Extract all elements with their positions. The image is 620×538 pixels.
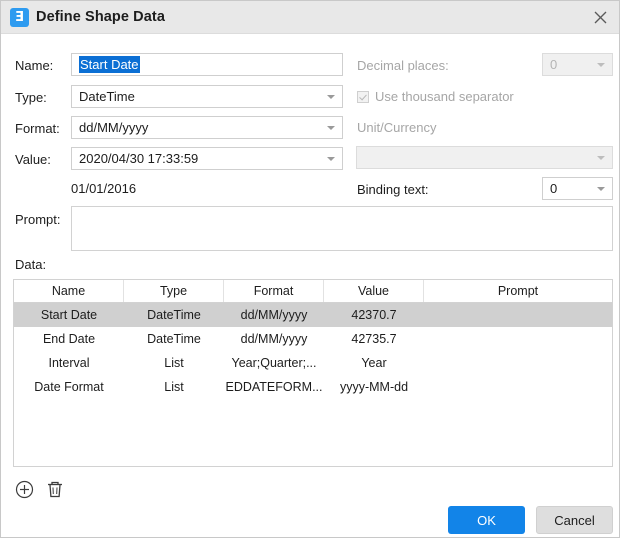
column-header-prompt[interactable]: Prompt	[424, 280, 612, 302]
cell-type: List	[164, 356, 184, 370]
binding-text-select[interactable]: 0	[542, 177, 613, 200]
title-bar: Ǝ Define Shape Data	[1, 1, 619, 34]
ok-button[interactable]: OK	[448, 506, 525, 534]
value-preview: 01/01/2016	[71, 181, 137, 196]
name-label: Name:	[15, 58, 54, 73]
app-icon: Ǝ	[10, 8, 29, 27]
table-row[interactable]: Date Format List EDDATEFORM... yyyy-MM-d…	[14, 375, 612, 399]
cell-name: Date Format	[34, 380, 104, 394]
decimal-places-select: 0	[542, 53, 613, 76]
shape-data-table[interactable]: Name Type Format Value Prompt Start Date…	[13, 279, 613, 467]
prompt-input[interactable]	[71, 206, 613, 251]
cell-prompt	[424, 375, 612, 399]
type-label: Type:	[15, 90, 47, 105]
cell-value: 42735.7	[351, 332, 397, 346]
table-header-row: Name Type Format Value Prompt	[14, 280, 612, 303]
cell-type: List	[164, 380, 184, 394]
cell-prompt	[424, 303, 612, 327]
chevron-down-icon	[597, 156, 605, 160]
table-row[interactable]: Interval List Year;Quarter;... Year	[14, 351, 612, 375]
cell-format: dd/MM/yyyy	[240, 332, 308, 346]
format-select[interactable]: dd/MM/yyyy	[71, 116, 343, 139]
value-select-value: 2020/04/30 17:33:59	[79, 151, 199, 166]
unit-currency-label: Unit/Currency	[357, 120, 437, 135]
column-header-format[interactable]: Format	[224, 280, 324, 302]
cell-name: Start Date	[40, 308, 98, 322]
cell-value: 42370.7	[351, 308, 397, 322]
cell-value: yyyy-MM-dd	[339, 380, 409, 394]
chevron-down-icon	[597, 187, 605, 191]
define-shape-data-dialog: Ǝ Define Shape Data Name: Start Date Typ…	[0, 0, 620, 538]
checkmark-icon	[357, 91, 369, 103]
cell-name: Interval	[48, 356, 90, 370]
chevron-down-icon	[597, 63, 605, 67]
cell-type: DateTime	[147, 308, 201, 322]
dialog-title: Define Shape Data	[36, 9, 166, 25]
use-thousand-separator-label: Use thousand separator	[375, 89, 514, 104]
cell-format: EDDATEFORM...	[225, 380, 323, 394]
cell-prompt	[424, 327, 612, 351]
trash-icon[interactable]	[46, 480, 64, 504]
unit-currency-select	[356, 146, 613, 169]
decimal-places-label: Decimal places:	[357, 58, 449, 73]
cancel-button[interactable]: Cancel	[536, 506, 613, 534]
chevron-down-icon	[327, 157, 335, 161]
name-input[interactable]: Start Date	[71, 53, 343, 76]
table-row[interactable]: End Date DateTime dd/MM/yyyy 42735.7	[14, 327, 612, 351]
cell-prompt	[424, 351, 612, 375]
cell-type: DateTime	[147, 332, 201, 346]
name-input-value: Start Date	[79, 56, 140, 73]
cell-value: Year	[361, 356, 387, 370]
column-header-type[interactable]: Type	[124, 280, 224, 302]
use-thousand-separator-checkbox: Use thousand separator	[357, 89, 514, 104]
decimal-places-value: 0	[550, 57, 558, 72]
close-icon[interactable]	[587, 5, 613, 30]
cell-format: Year;Quarter;...	[231, 356, 317, 370]
value-label: Value:	[15, 152, 51, 167]
column-header-name[interactable]: Name	[14, 280, 124, 302]
cell-format: dd/MM/yyyy	[240, 308, 308, 322]
value-select[interactable]: 2020/04/30 17:33:59	[71, 147, 343, 170]
table-row[interactable]: Start Date DateTime dd/MM/yyyy 42370.7	[14, 303, 612, 327]
binding-text-value: 0	[550, 181, 558, 196]
format-label: Format:	[15, 121, 60, 136]
binding-text-label: Binding text:	[357, 182, 429, 197]
cell-name: End Date	[42, 332, 96, 346]
add-circle-icon[interactable]	[15, 480, 34, 504]
format-select-value: dd/MM/yyyy	[79, 120, 149, 135]
data-label: Data:	[15, 257, 47, 272]
type-select[interactable]: DateTime	[71, 85, 343, 108]
type-select-value: DateTime	[79, 89, 135, 104]
chevron-down-icon	[327, 95, 335, 99]
column-header-value[interactable]: Value	[324, 280, 424, 302]
prompt-label: Prompt:	[15, 212, 61, 227]
chevron-down-icon	[327, 126, 335, 130]
